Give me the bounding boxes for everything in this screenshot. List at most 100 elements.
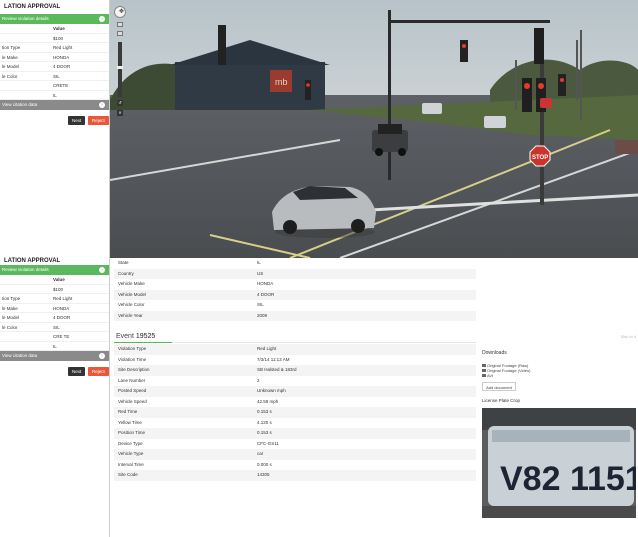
- row-key: Posted Speed: [118, 388, 147, 393]
- zoom-out-icon[interactable]: [117, 31, 123, 36]
- row-key: le Color: [2, 324, 18, 330]
- reject-button[interactable]: Reject: [88, 116, 109, 125]
- review-details-label: Review violation details: [2, 16, 49, 21]
- divider: [172, 342, 476, 343]
- row-key: Country: [118, 270, 134, 276]
- row-key: Vehicle Make: [118, 281, 145, 286]
- row-value: Red Light: [53, 296, 73, 301]
- action-bar: Next Reject: [0, 361, 109, 379]
- row-value: 14305: [257, 472, 270, 477]
- event-label: Event: [116, 333, 134, 340]
- row-key: le Make: [2, 54, 18, 60]
- row-key: Violation Type: [118, 346, 147, 351]
- film-icon: [482, 374, 486, 378]
- value-header: Value: [53, 277, 65, 282]
- table-row: le Make HONDA: [0, 53, 109, 62]
- row-key: State: [118, 260, 129, 265]
- row-key: Vehicle Year: [118, 312, 143, 318]
- row-key: Vehicle Model: [118, 291, 147, 297]
- approval-panel-top: LATION APPROVAL Review violation details…: [0, 0, 110, 258]
- table-row: Vehicle Year 2009: [114, 310, 476, 321]
- row-value: IL: [53, 92, 57, 98]
- row-key: Position Time: [118, 430, 146, 435]
- table-row: Position Time 0.153 s: [114, 428, 476, 439]
- expand-icon[interactable]: ›: [99, 353, 105, 359]
- table-row: IL: [0, 91, 109, 100]
- row-key: le Color: [2, 73, 18, 79]
- stop-sign-text: STOP: [532, 155, 548, 161]
- row-value: 0.153 s: [257, 409, 272, 414]
- download-link[interactable]: AVI: [482, 373, 493, 378]
- table-row: le Model 4 DOOR: [0, 62, 109, 72]
- table-row: tion Type Red Light: [0, 43, 109, 53]
- row-key: le Make: [2, 305, 18, 311]
- row-key: Yellow Time: [118, 419, 142, 425]
- expand-icon[interactable]: ›: [99, 16, 105, 22]
- row-value: CFC-GS11: [257, 440, 279, 446]
- license-plate-heading: License Plate Crop: [482, 398, 521, 403]
- license-plate-image: V82 1151: [482, 408, 636, 518]
- pan-control[interactable]: ✥: [114, 6, 126, 18]
- row-value: $100: [53, 286, 64, 292]
- row-value: HONDA: [257, 281, 274, 286]
- table-row: State IL: [114, 258, 476, 269]
- row-key: tion Type: [2, 45, 21, 50]
- table-header: Value: [0, 24, 109, 34]
- citation-data-header[interactable]: View citation data ›: [0, 351, 109, 361]
- fullscreen-icon[interactable]: ✕: [117, 110, 123, 116]
- violation-camera-image[interactable]: mb STOP ✥ ↺ ✕: [110, 0, 638, 258]
- action-bar: Next Reject: [0, 110, 109, 128]
- add-document-button[interactable]: Add document: [482, 382, 516, 391]
- table-row: IL: [0, 342, 109, 351]
- row-value: 2: [257, 377, 260, 383]
- row-value: 0.000 s: [257, 461, 272, 467]
- table-row: Interval Time 0.000 s: [114, 460, 476, 471]
- table-row: Device Type CFC-GS11: [114, 439, 476, 450]
- row-value: US: [257, 270, 264, 276]
- expand-icon[interactable]: ›: [99, 102, 105, 108]
- film-icon: [482, 364, 486, 368]
- table-row: Site Code 14305: [114, 470, 476, 481]
- row-value: car: [257, 451, 264, 456]
- table-row: Vehicle Make HONDA: [114, 279, 476, 290]
- zoom-in-icon[interactable]: [117, 22, 123, 27]
- film-icon: [482, 369, 486, 373]
- row-key: Lane Number: [118, 377, 146, 383]
- table-row: Lane Number 2: [114, 376, 476, 387]
- table-row: le Make HONDA: [0, 304, 109, 313]
- table-row: Yellow Time 4.120 s: [114, 418, 476, 429]
- skip-link[interactable]: Skip to it: [621, 334, 636, 339]
- row-value: 4 DOOR: [53, 315, 71, 320]
- expand-icon[interactable]: ›: [99, 267, 105, 273]
- panel-title: LATION APPROVAL: [4, 258, 61, 264]
- approval-panel-bottom: LATION APPROVAL Review violation details…: [0, 258, 110, 537]
- row-value: Red Light: [53, 45, 73, 50]
- row-key: Device Type: [118, 440, 143, 446]
- row-value: 42.58 mph: [257, 398, 279, 404]
- zoom-slider-handle[interactable]: [117, 66, 123, 69]
- table-row: Vehicle Color SIL: [114, 300, 476, 311]
- table-row: $100: [0, 285, 109, 294]
- zoom-slider[interactable]: [117, 42, 123, 97]
- review-details-header[interactable]: Review violation details ›: [0, 265, 109, 275]
- reject-button[interactable]: Reject: [88, 367, 109, 376]
- reset-view-icon[interactable]: ↺: [117, 100, 123, 106]
- value-header: Value: [53, 26, 65, 31]
- row-value: SIL: [53, 73, 60, 79]
- camera-scene: mb STOP: [110, 0, 638, 258]
- table-row: Vehicle Model 4 DOOR: [114, 289, 476, 300]
- next-button[interactable]: Next: [68, 116, 86, 125]
- event-number: 19525: [135, 333, 156, 340]
- next-button[interactable]: Next: [68, 367, 86, 376]
- row-value: 0.153 s: [257, 430, 272, 435]
- table-row: $100: [0, 34, 109, 43]
- row-value: 7/3/14 11:13 AM: [257, 356, 290, 362]
- citation-data-header[interactable]: View citation data ›: [0, 100, 109, 110]
- row-key: Interval Time: [118, 461, 144, 467]
- review-details-label: Review violation details: [2, 267, 49, 272]
- row-key: Violation Time: [118, 356, 147, 362]
- row-key: Vehicle Speed: [118, 398, 147, 404]
- review-details-header[interactable]: Review violation details ›: [0, 14, 109, 24]
- row-key: Red Time: [118, 409, 138, 414]
- table-row: Posted Speed Unknown mph: [114, 386, 476, 397]
